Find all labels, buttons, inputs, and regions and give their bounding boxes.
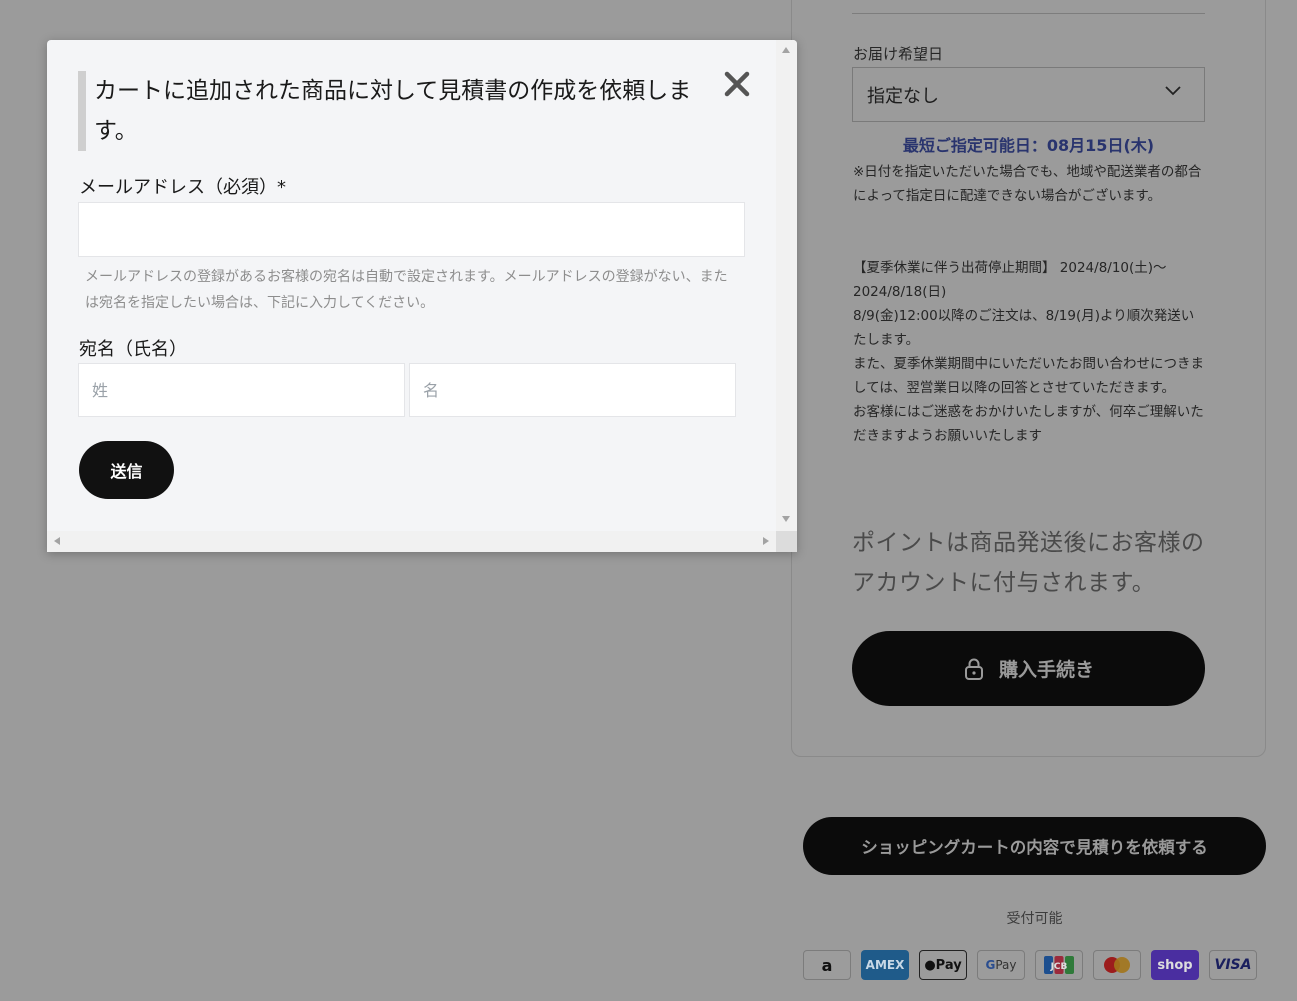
delivery-date-select[interactable]: 指定なし [852,67,1205,122]
email-input[interactable] [78,202,745,257]
payment-methods: a AMEX ● Pay G Pay JCB shop VISA [803,950,1257,980]
request-quote-button[interactable]: ショッピングカートの内容で見積りを依頼する [803,817,1266,875]
apple-pay-label: Pay [935,957,962,973]
google-pay-label: Pay [995,958,1017,972]
scroll-left-arrow-icon[interactable] [54,537,60,545]
amex-icon: AMEX [861,950,909,980]
delivery-date-selected-value: 指定なし [867,85,939,107]
last-name-input[interactable] [78,363,405,417]
shop-pay-icon: shop [1151,950,1199,980]
amazon-pay-icon: a [803,950,851,980]
close-icon [724,71,750,97]
chevron-down-icon [1165,86,1181,96]
submit-button[interactable]: 送信 [79,441,174,499]
earliest-delivery-date: 最短ご指定可能日：08月15日(木) [902,136,1155,155]
mastercard-icon [1093,950,1141,980]
google-g-icon: G [985,958,996,972]
mastercard-logo-icon [1104,957,1130,973]
holiday-notice-line: 【夏季休業に伴う出荷停止期間】 2024/8/10(土)〜2024/8/18(日… [853,260,1167,300]
holiday-notice-line: また、夏季休業期間中にいただいたお問い合わせにつきましては、翌営業日以降の回答と… [853,356,1204,396]
lock-icon [964,658,983,680]
checkout-button[interactable]: 購入手続き [852,631,1205,706]
apple-pay-icon: ● Pay [919,950,967,980]
jcb-logo-icon: JCB [1044,956,1074,974]
delivery-notice: ※日付を指定いただいた場合でも、地域や配送業者の都合によって指定日に配達できない… [853,164,1202,204]
holiday-notice-line: 8/9(金)12:00以降のご注文は、8/19(月)より順次発送いたします。 [853,308,1195,348]
payment-accepted-label: 受付可能 [1006,911,1063,927]
scrollbar-corner [776,531,797,552]
recipient-name-label: 宛名（氏名） [79,339,187,360]
visa-icon: VISA [1209,950,1257,980]
vertical-scrollbar[interactable] [776,40,797,531]
first-name-input[interactable] [409,363,736,417]
divider [852,13,1205,14]
jcb-text: JCB [1050,962,1068,972]
checkout-button-label: 購入手続き [998,659,1094,681]
holiday-notice: 【夏季休業に伴う出荷停止期間】 2024/8/10(土)〜2024/8/18(日… [853,256,1205,448]
apple-logo-icon: ● [924,957,936,973]
points-notice: ポイントは商品発送後にお客様のアカウントに付与されます。 [852,530,1205,596]
email-help-text: メールアドレスの登録があるお客様の宛名は自動で設定されます。メールアドレスの登録… [85,269,728,311]
google-pay-icon: G Pay [977,950,1025,980]
horizontal-scrollbar[interactable] [47,531,776,552]
jcb-icon: JCB [1035,950,1083,980]
delivery-date-label: お届け希望日 [853,45,944,63]
holiday-notice-line: お客様にはご迷惑をおかけいたしますが、何卒ご理解いただきますようお願いいたします [853,404,1204,444]
scroll-right-arrow-icon[interactable] [763,537,769,545]
scroll-down-arrow-icon[interactable] [782,516,790,522]
close-button[interactable] [723,70,751,98]
modal-heading: カートに追加された商品に対して見積書の作成を依頼します。 [78,71,718,151]
scroll-up-arrow-icon[interactable] [782,47,790,53]
quote-request-modal: カートに追加された商品に対して見積書の作成を依頼します。 メールアドレス（必須）… [47,40,797,552]
email-label: メールアドレス（必須）* [79,177,286,198]
